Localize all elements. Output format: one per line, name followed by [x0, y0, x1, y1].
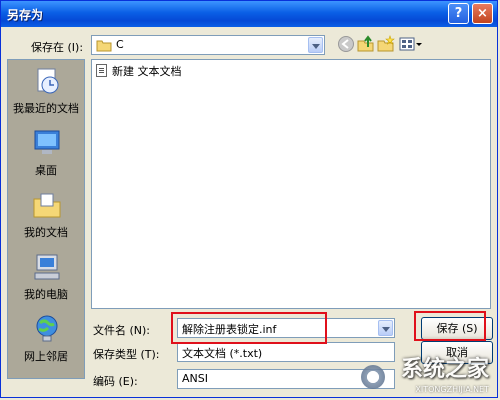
- filetype-dropdown[interactable]: 文本文档 (*.txt): [177, 342, 395, 362]
- desktop-icon: [34, 130, 60, 154]
- filetype-label: 保存类型 (T):: [93, 348, 160, 361]
- place-my-computer[interactable]: 我的电脑: [8, 250, 84, 310]
- file-list[interactable]: 新建 文本文档: [91, 59, 491, 309]
- watermark-text: 系统之家: [400, 357, 489, 382]
- filetype-value: 文本文档 (*.txt): [182, 347, 263, 360]
- filename-input[interactable]: 解除注册表锁定.inf: [177, 318, 395, 338]
- views-icon[interactable]: [399, 35, 423, 53]
- save-in-dropdown[interactable]: C: [91, 35, 325, 55]
- back-icon[interactable]: [337, 35, 355, 53]
- place-my-documents[interactable]: 我的文档: [8, 188, 84, 248]
- place-label: 桌面: [35, 164, 57, 177]
- watermark-logo-icon: [361, 365, 385, 389]
- filename-label: 文件名 (N):: [93, 324, 151, 337]
- network-places-icon: [36, 315, 58, 342]
- place-label: 网上邻居: [24, 350, 68, 363]
- my-documents-icon: [33, 193, 61, 218]
- my-computer-icon: [34, 254, 60, 280]
- up-folder-icon[interactable]: [357, 35, 375, 53]
- place-recent-documents[interactable]: 我最近的文档: [8, 64, 84, 124]
- save-in-value: C: [116, 38, 124, 51]
- dialog-title: 另存为: [7, 8, 44, 22]
- new-folder-icon[interactable]: [377, 35, 395, 53]
- folder-icon: [96, 40, 112, 52]
- file-name: 新建 文本文档: [112, 65, 182, 78]
- title-bar[interactable]: 另存为 ? ×: [1, 1, 497, 27]
- close-button[interactable]: ×: [472, 3, 493, 24]
- place-network[interactable]: 网上邻居: [8, 312, 84, 372]
- encoding-value: ANSI: [182, 372, 208, 385]
- chevron-down-icon[interactable]: [308, 37, 323, 53]
- recent-documents-icon: [37, 68, 59, 94]
- save-button[interactable]: 保存 (S): [421, 317, 493, 340]
- text-file-icon: [96, 64, 107, 77]
- save-in-label: 保存在 (I):: [31, 41, 84, 54]
- filename-value: 解除注册表锁定.inf: [182, 323, 277, 336]
- help-button[interactable]: ?: [448, 3, 469, 24]
- place-desktop[interactable]: 桌面: [8, 126, 84, 186]
- place-label: 我最近的文档: [13, 102, 79, 115]
- watermark-url: XITONGZHIJIA.NET: [415, 385, 489, 394]
- chevron-down-icon[interactable]: [378, 320, 393, 336]
- place-label: 我的电脑: [24, 288, 68, 301]
- save-as-dialog: 另存为 ? × 保存在 (I): C 我最近的文档 桌面 我的文档 我的电脑 网…: [0, 0, 498, 398]
- places-bar: 我最近的文档 桌面 我的文档 我的电脑 网上邻居: [7, 59, 85, 379]
- encoding-label: 编码 (E):: [93, 375, 138, 388]
- place-label: 我的文档: [24, 226, 68, 239]
